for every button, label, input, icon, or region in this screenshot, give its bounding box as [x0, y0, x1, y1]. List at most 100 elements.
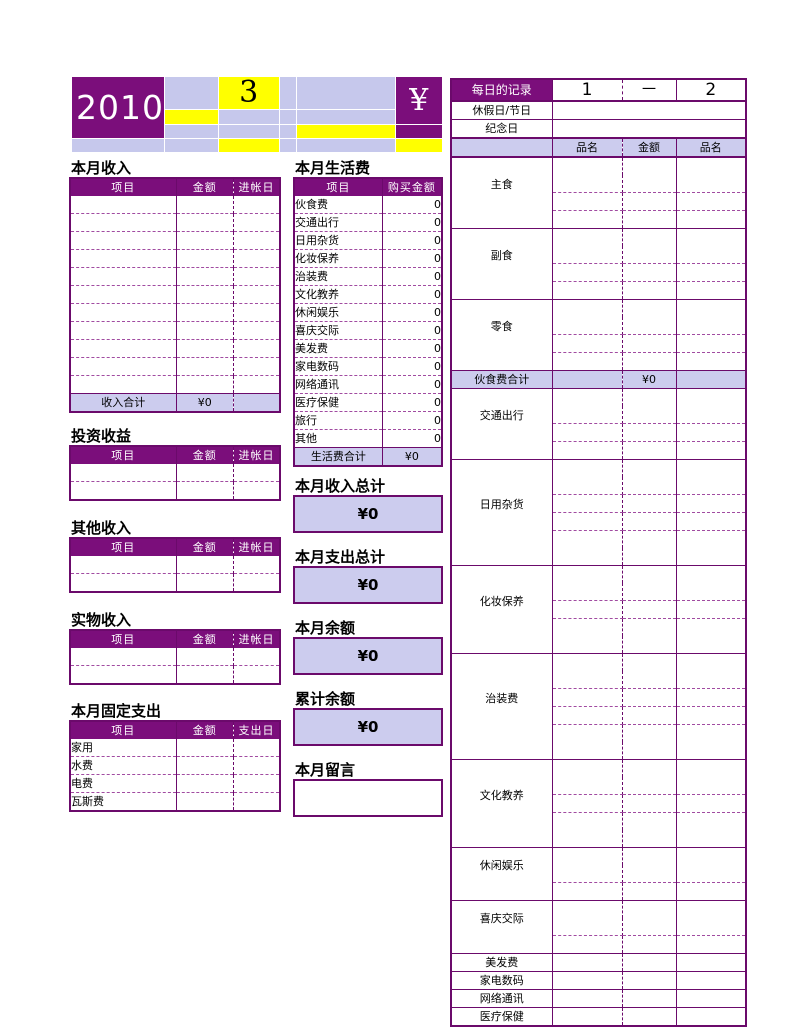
daily-cell[interactable]	[622, 953, 677, 972]
living-cell-amount-7[interactable]: 0	[382, 322, 442, 340]
daily-cell[interactable]	[552, 600, 623, 619]
daily-cell[interactable]	[552, 706, 623, 725]
daily-cell[interactable]	[676, 388, 747, 406]
living-cell-amount-9[interactable]: 0	[382, 358, 442, 376]
table-row[interactable]: 喜庆交际	[450, 900, 747, 936]
table-row[interactable]	[70, 339, 280, 358]
income-cell-amount-8[interactable]	[176, 339, 235, 358]
living-cell-amount-12[interactable]: 0	[382, 412, 442, 430]
daily-cell[interactable]	[622, 530, 677, 548]
table-row[interactable]	[70, 665, 280, 684]
table-row[interactable]: 医疗保健 0	[294, 393, 442, 412]
daily-cell[interactable]	[622, 706, 677, 725]
daily-cell[interactable]	[552, 228, 623, 246]
table-row[interactable]	[70, 249, 280, 268]
table-row[interactable]: 电费	[70, 774, 280, 793]
living-cell-amount-2[interactable]: 0	[382, 232, 442, 250]
income-cell-item-0[interactable]	[70, 196, 177, 214]
memo-input[interactable]	[293, 779, 443, 817]
other-income-cell-item-0[interactable]	[70, 556, 177, 574]
table-row[interactable]: 休闲娱乐 0	[294, 303, 442, 322]
daily-cell[interactable]	[552, 175, 623, 193]
daily-cell[interactable]	[622, 459, 677, 477]
daily-cell[interactable]	[622, 334, 677, 353]
daily-cell[interactable]	[622, 688, 677, 707]
daily-cell[interactable]	[622, 618, 677, 636]
income-cell-item-1[interactable]	[70, 213, 177, 232]
investment-cell-item-1[interactable]	[70, 481, 177, 500]
daily-cell[interactable]	[676, 706, 747, 725]
income-cell-date-2[interactable]	[234, 232, 280, 250]
income-cell-amount-3[interactable]	[176, 249, 235, 268]
table-row[interactable]: 美发费	[450, 953, 747, 972]
income-cell-amount-0[interactable]	[176, 196, 235, 214]
income-cell-item-10[interactable]	[70, 375, 177, 394]
table-row[interactable]: 副食	[450, 228, 747, 282]
daily-cell[interactable]	[676, 1007, 747, 1027]
daily-cell[interactable]	[552, 653, 623, 671]
table-row[interactable]: 化妆保养 0	[294, 249, 442, 268]
table-row[interactable]: 治装费 0	[294, 267, 442, 286]
daily-cell[interactable]	[622, 423, 677, 442]
other-income-cell-amount-1[interactable]	[176, 573, 235, 592]
daily-cell[interactable]	[676, 777, 747, 795]
income-cell-date-10[interactable]	[234, 376, 280, 394]
daily-cell[interactable]	[552, 953, 623, 972]
daily-cell[interactable]	[552, 989, 623, 1008]
daily-cell[interactable]	[622, 918, 677, 936]
daily-cell[interactable]	[552, 246, 623, 264]
daily-cell[interactable]	[622, 157, 677, 175]
table-row[interactable]: 伙食费 0	[294, 196, 442, 214]
inkind-cell-amount-1[interactable]	[176, 665, 235, 684]
daily-holiday-value-1[interactable]	[552, 101, 676, 120]
fixed-cell-amount-2[interactable]	[176, 774, 235, 793]
table-row[interactable]: 家电数码 0	[294, 357, 442, 376]
table-row[interactable]: 其他 0	[294, 429, 442, 448]
daily-cell[interactable]	[622, 671, 677, 689]
living-cell-amount-11[interactable]: 0	[382, 394, 442, 412]
table-row[interactable]: 化妆保养	[450, 565, 747, 636]
daily-cell[interactable]	[622, 299, 677, 317]
living-cell-amount-13[interactable]: 0	[382, 430, 442, 448]
table-row[interactable]: 旅行 0	[294, 411, 442, 430]
daily-cell[interactable]	[676, 918, 747, 936]
table-row[interactable]: 文化教养 0	[294, 285, 442, 304]
daily-cell[interactable]	[676, 192, 747, 211]
income-cell-item-6[interactable]	[70, 303, 177, 322]
fixed-cell-date-2[interactable]	[234, 775, 280, 793]
table-row[interactable]	[70, 464, 280, 482]
income-cell-date-7[interactable]	[234, 322, 280, 340]
inkind-cell-item-0[interactable]	[70, 648, 177, 666]
table-row[interactable]: 零食	[450, 299, 747, 353]
daily-cell[interactable]	[552, 157, 623, 175]
income-cell-item-5[interactable]	[70, 285, 177, 304]
daily-cell[interactable]	[676, 794, 747, 813]
daily-cell[interactable]	[552, 900, 623, 918]
income-cell-item-7[interactable]	[70, 321, 177, 340]
daily-cell[interactable]	[676, 228, 747, 246]
table-row[interactable]: 美发费 0	[294, 339, 442, 358]
daily-cell[interactable]	[676, 565, 747, 583]
daily-cell[interactable]	[676, 971, 747, 990]
other-income-cell-date-1[interactable]	[234, 574, 280, 593]
daily-cell[interactable]	[676, 263, 747, 282]
living-cell-amount-10[interactable]: 0	[382, 376, 442, 394]
daily-cell[interactable]	[622, 724, 677, 742]
income-cell-amount-5[interactable]	[176, 285, 235, 304]
daily-cell[interactable]	[552, 688, 623, 707]
daily-cell[interactable]	[552, 724, 623, 742]
fixed-cell-amount-0[interactable]	[176, 739, 235, 757]
fixed-cell-amount-1[interactable]	[176, 756, 235, 775]
table-row[interactable]	[70, 556, 280, 574]
daily-cell[interactable]	[676, 317, 747, 335]
daily-cell[interactable]	[622, 192, 677, 211]
daily-cell[interactable]	[622, 1007, 677, 1027]
daily-cell[interactable]	[552, 565, 623, 583]
daily-cell[interactable]	[552, 512, 623, 531]
daily-cell[interactable]	[552, 263, 623, 282]
table-row[interactable]: 网络通讯 0	[294, 375, 442, 394]
living-cell-amount-1[interactable]: 0	[382, 214, 442, 232]
daily-cell[interactable]	[676, 953, 747, 972]
table-row[interactable]: 交通出行	[450, 388, 747, 442]
daily-cell[interactable]	[676, 299, 747, 317]
